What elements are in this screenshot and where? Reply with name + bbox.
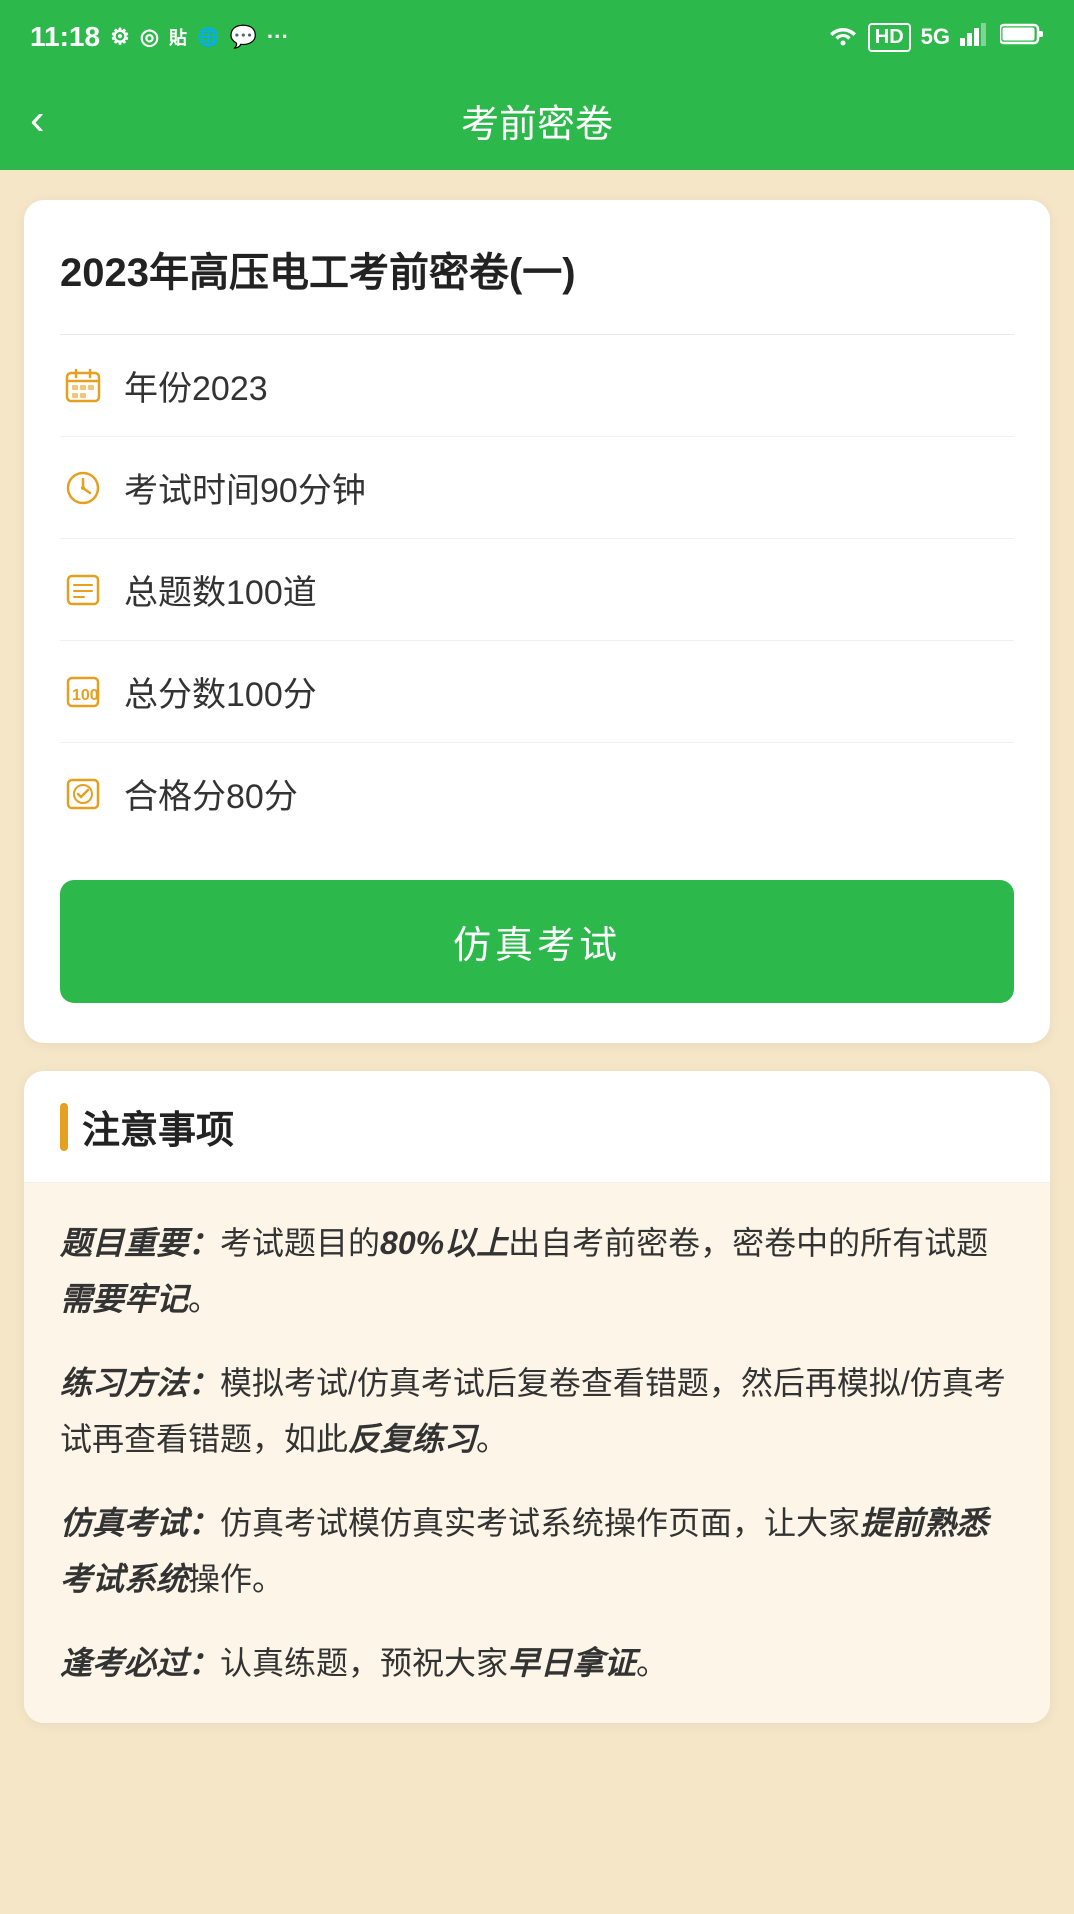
exam-title: 2023年高压电工考前密卷(一) — [60, 240, 1014, 298]
info-row-time: 考试时间90分钟 — [60, 437, 1014, 539]
pass-text: 合格分80分 — [124, 769, 298, 818]
notice-body: 题目重要：考试题目的80%以上出自考前密卷，密卷中的所有试题需要牢记。 练习方法… — [24, 1183, 1050, 1723]
message-icon: 💬 — [229, 24, 256, 50]
notice-paragraph-1: 题目重要：考试题目的80%以上出自考前密卷，密卷中的所有试题需要牢记。 — [60, 1215, 1014, 1327]
content-area: 2023年高压电工考前密卷(一) 年份2023 — [0, 170, 1074, 1753]
info-row-year: 年份2023 — [60, 335, 1014, 437]
settings-icon: ⚙ — [110, 24, 130, 50]
calendar-icon — [60, 363, 106, 409]
notice-paragraph-4: 逢考必过：认真练题，预祝大家早日拿证。 — [60, 1635, 1014, 1691]
back-button[interactable]: ‹ — [30, 98, 45, 142]
notice-card: 注意事项 题目重要：考试题目的80%以上出自考前密卷，密卷中的所有试题需要牢记。… — [24, 1071, 1050, 1723]
notice-header: 注意事项 — [24, 1071, 1050, 1183]
signal-icon — [960, 22, 990, 53]
page-title: 考前密卷 — [461, 93, 613, 148]
nfc-icon: ◎ — [140, 24, 159, 50]
time-text: 考试时间90分钟 — [124, 463, 366, 512]
simulate-button[interactable]: 仿真考试 — [60, 880, 1014, 1003]
status-time: 11:18 ⚙ ◎ 貼 🌐 💬 ··· — [30, 21, 289, 53]
header: ‹ 考前密卷 — [0, 70, 1074, 170]
list-icon — [60, 567, 106, 613]
status-right: HD 5G — [828, 22, 1044, 53]
status-bar: 11:18 ⚙ ◎ 貼 🌐 💬 ··· HD 5G — [0, 0, 1074, 70]
info-row-questions: 总题数100道 — [60, 539, 1014, 641]
hd-badge: HD — [868, 23, 911, 52]
score-icon: 100 — [60, 669, 106, 715]
questions-text: 总题数100道 — [124, 565, 317, 614]
info-row-pass: 合格分80分 — [60, 743, 1014, 844]
5g-icon: 5G — [921, 24, 950, 50]
svg-text:100: 100 — [72, 687, 99, 704]
notice-bar-decoration — [60, 1103, 68, 1151]
nav-icon: 🌐 — [197, 27, 219, 48]
notice-title: 注意事项 — [82, 1099, 234, 1154]
info-row-score: 100 总分数100分 — [60, 641, 1014, 743]
wifi-icon — [828, 22, 858, 53]
pass-icon — [60, 771, 106, 817]
year-text: 年份2023 — [124, 361, 268, 410]
coupon-icon: 貼 — [169, 24, 187, 50]
battery-icon — [1000, 22, 1044, 53]
score-text: 总分数100分 — [124, 667, 317, 716]
exam-card: 2023年高压电工考前密卷(一) 年份2023 — [24, 200, 1050, 1043]
dots-icon: ··· — [267, 24, 289, 50]
notice-paragraph-3: 仿真考试：仿真考试模仿真实考试系统操作页面，让大家提前熟悉考试系统操作。 — [60, 1495, 1014, 1607]
clock-icon — [60, 465, 106, 511]
notice-paragraph-2: 练习方法：模拟考试/仿真考试后复卷查看错题，然后再模拟/仿真考试再查看错题，如此… — [60, 1355, 1014, 1467]
